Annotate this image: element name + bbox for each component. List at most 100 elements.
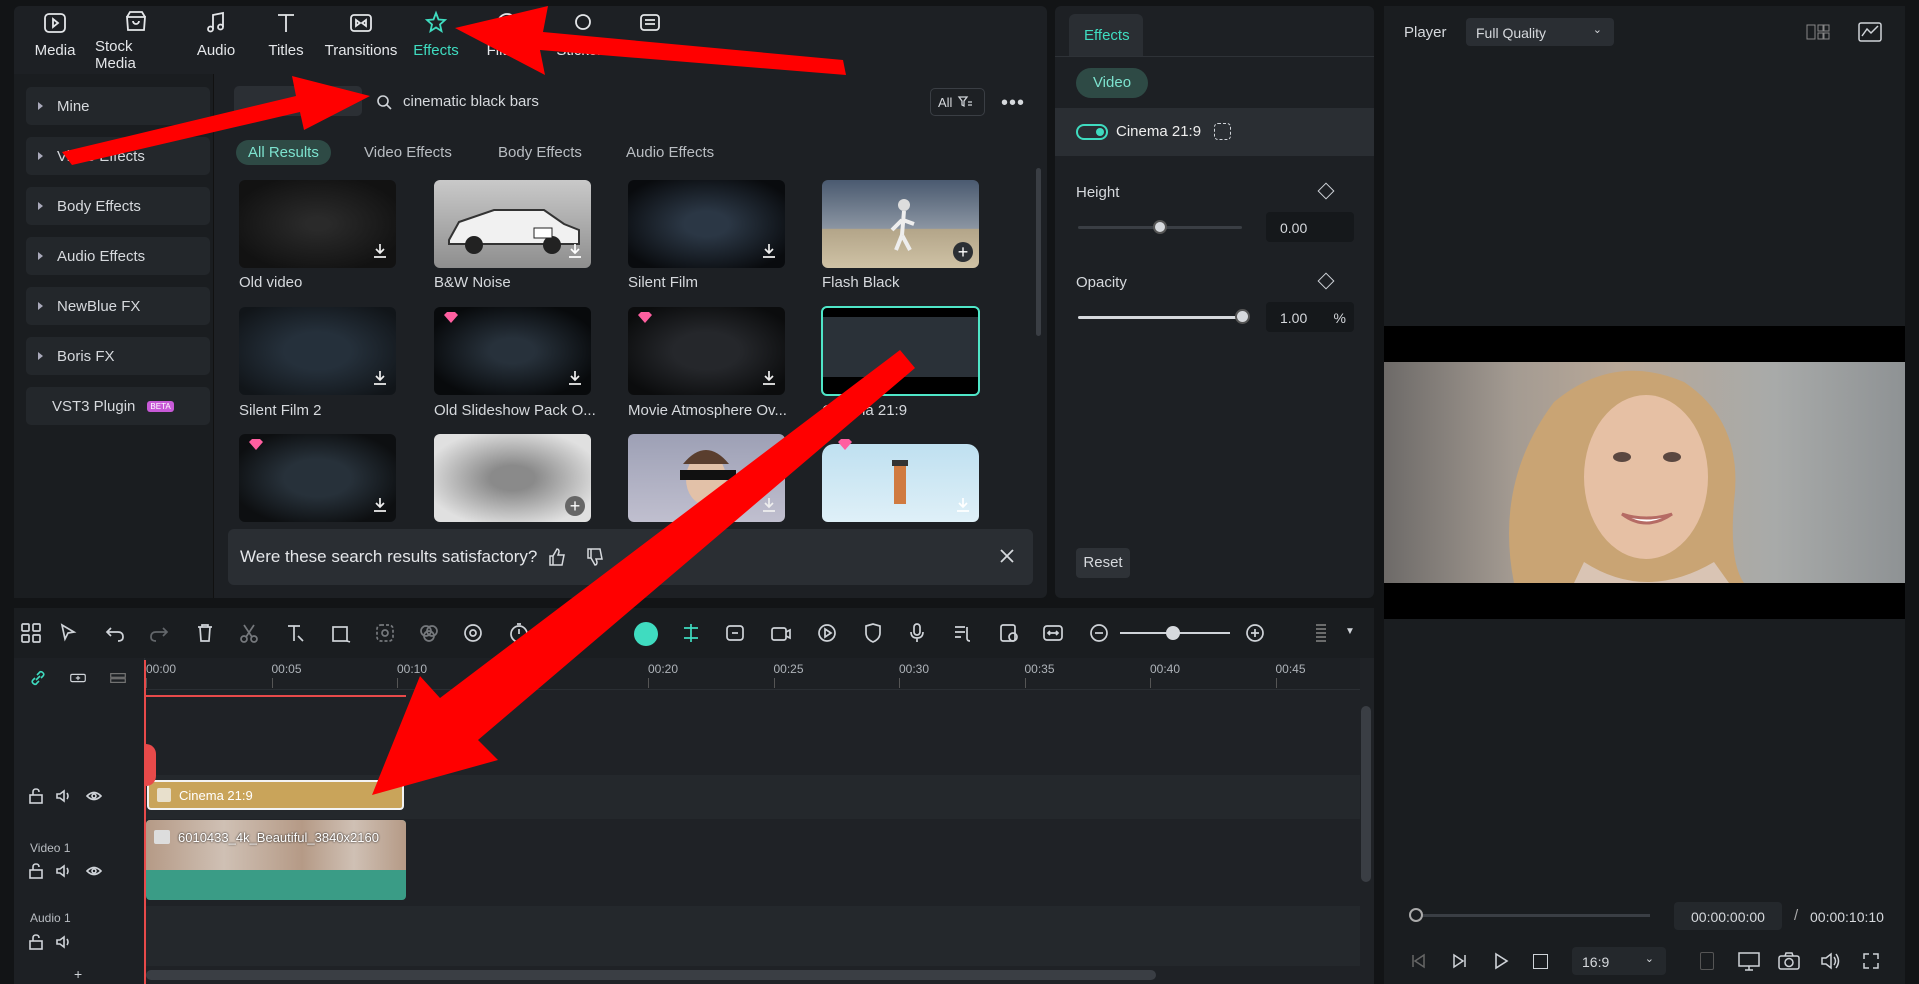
- timeline-playhead[interactable]: [144, 660, 146, 984]
- effect-thumbnail-row3-2[interactable]: +: [434, 434, 591, 522]
- snap-icon[interactable]: [680, 622, 702, 644]
- undo-icon[interactable]: [104, 622, 126, 644]
- effect-thumbnail-old-video[interactable]: [239, 180, 396, 268]
- sidebar-item-mine[interactable]: Mine: [26, 87, 210, 125]
- sidebar-item-body-effects[interactable]: Body Effects: [26, 187, 210, 225]
- timeline-horizontal-scrollbar[interactable]: [146, 970, 1156, 980]
- tool-audio[interactable]: Audio: [196, 8, 236, 66]
- library-scrollbar[interactable]: [1036, 168, 1041, 336]
- tool-filters[interactable]: Filters: [484, 8, 530, 66]
- add-track-icon[interactable]: [70, 670, 92, 686]
- ai-tool-icon[interactable]: [462, 622, 484, 644]
- fit-timeline-icon[interactable]: [1042, 622, 1064, 644]
- tab-video[interactable]: Video: [1076, 68, 1148, 98]
- track-settings-icon[interactable]: [110, 670, 132, 686]
- microphone-icon[interactable]: [906, 622, 928, 644]
- video-clip[interactable]: 6010433_4k_Beautiful_3840x2160: [146, 820, 406, 900]
- speaker-icon[interactable]: [56, 788, 72, 804]
- playhead-handle[interactable]: [144, 744, 156, 786]
- quality-dropdown[interactable]: Full Quality ⌄: [1466, 18, 1614, 46]
- effect-thumbnail-silent-film[interactable]: [628, 180, 785, 268]
- next-frame-icon[interactable]: [1450, 952, 1468, 970]
- tool-titles[interactable]: Titles: [268, 8, 304, 66]
- sidebar-item-video-effects[interactable]: Video Effects: [26, 137, 210, 175]
- marker-icon[interactable]: [1700, 952, 1714, 970]
- shield-icon[interactable]: [862, 622, 884, 644]
- lock-icon[interactable]: [28, 863, 44, 879]
- search-input[interactable]: cinematic black bars: [403, 93, 539, 110]
- snapshot-camera-icon[interactable]: [1778, 951, 1800, 971]
- redo-icon[interactable]: [148, 622, 170, 644]
- scope-icon[interactable]: [1858, 22, 1882, 42]
- playhead-knob[interactable]: [1409, 908, 1423, 922]
- voice-clip-icon[interactable]: [724, 622, 746, 644]
- effect-thumbnail-cinema-21-9[interactable]: [821, 306, 980, 396]
- opacity-slider-knob[interactable]: [1235, 309, 1250, 324]
- tab-all-results[interactable]: All Results: [236, 140, 331, 165]
- opacity-value-input[interactable]: 1.00%: [1266, 302, 1354, 332]
- video-preview[interactable]: [1384, 326, 1905, 619]
- tab-effects[interactable]: Effects: [1069, 14, 1143, 56]
- timeline-vertical-scrollbar[interactable]: [1361, 706, 1371, 882]
- previous-frame-icon[interactable]: [1410, 952, 1428, 970]
- lock-icon[interactable]: [28, 934, 44, 950]
- more-panel-icon[interactable]: [1310, 622, 1332, 644]
- tab-audio-effects[interactable]: Audio Effects: [626, 144, 714, 161]
- crop-icon[interactable]: [330, 622, 352, 644]
- effect-thumbnail-row3-3[interactable]: [628, 434, 785, 522]
- replay-icon[interactable]: [816, 622, 838, 644]
- audio-mix-icon[interactable]: [952, 622, 974, 644]
- tool-templates[interactable]: Templates: [616, 8, 684, 66]
- display-icon[interactable]: [1738, 951, 1760, 971]
- sidebar-item-newblue-fx[interactable]: NewBlue FX: [26, 287, 210, 325]
- reset-button[interactable]: Reset: [1076, 548, 1130, 578]
- add-track-plus-icon[interactable]: +: [74, 966, 82, 982]
- search-scope-dropdown[interactable]: [234, 86, 362, 116]
- speaker-icon[interactable]: [56, 934, 72, 950]
- tab-video-effects[interactable]: Video Effects: [364, 144, 452, 161]
- sidebar-item-vst3-plugin[interactable]: VST3 Plugin BETA: [26, 387, 210, 425]
- tool-stickers[interactable]: Stickers: [555, 8, 611, 66]
- text-tool-icon[interactable]: [284, 622, 306, 644]
- aspect-ratio-dropdown[interactable]: 16:9 ⌄: [1572, 947, 1666, 975]
- select-tool-icon[interactable]: [58, 622, 80, 644]
- playback-progress-track[interactable]: [1410, 914, 1650, 917]
- volume-icon[interactable]: [1820, 951, 1842, 971]
- link-icon[interactable]: [30, 670, 46, 686]
- effect-thumbnail-row3-4[interactable]: [822, 434, 979, 522]
- sidebar-item-boris-fx[interactable]: Boris FX: [26, 337, 210, 375]
- eye-icon[interactable]: [85, 863, 103, 879]
- thumbs-down-icon[interactable]: [585, 547, 605, 567]
- thumbs-up-icon[interactable]: [547, 547, 567, 567]
- height-slider-knob[interactable]: [1153, 220, 1167, 234]
- zoom-in-icon[interactable]: [1244, 622, 1266, 644]
- effect-thumbnail-old-slideshow-pack[interactable]: [434, 307, 591, 395]
- auto-ripple-icon[interactable]: [634, 622, 658, 646]
- effect-clip-cinema[interactable]: Cinema 21:9: [147, 780, 404, 810]
- opacity-slider-track[interactable]: [1078, 316, 1242, 319]
- speed-timer-icon[interactable]: [508, 622, 530, 644]
- record-camera-icon[interactable]: [770, 622, 792, 644]
- split-scissors-icon[interactable]: [238, 622, 260, 644]
- more-options-icon[interactable]: •••: [1001, 92, 1025, 115]
- tool-stock-media[interactable]: Stock Media: [95, 8, 177, 72]
- effect-toggle[interactable]: [1076, 124, 1108, 140]
- mask-icon[interactable]: [374, 622, 396, 644]
- effect-thumbnail-row3-1[interactable]: [239, 434, 396, 522]
- tool-media[interactable]: Media: [35, 8, 75, 66]
- chevron-down-icon[interactable]: ▼: [1345, 626, 1355, 637]
- stop-icon[interactable]: [1533, 954, 1548, 969]
- lock-icon[interactable]: [28, 788, 44, 804]
- tab-body-effects[interactable]: Body Effects: [498, 144, 582, 161]
- color-icon[interactable]: [418, 622, 440, 644]
- effect-mask-icon[interactable]: [1214, 123, 1231, 140]
- zoom-slider-knob[interactable]: [1166, 626, 1180, 640]
- delete-icon[interactable]: [194, 622, 216, 644]
- layout-grid-icon[interactable]: [20, 622, 42, 644]
- effect-thumbnail-movie-atmosphere[interactable]: [628, 307, 785, 395]
- play-icon[interactable]: [1492, 952, 1510, 970]
- effect-thumbnail-bw-noise[interactable]: [434, 180, 591, 268]
- effect-thumbnail-flash-black[interactable]: +: [822, 180, 979, 268]
- render-preview-icon[interactable]: [998, 622, 1020, 644]
- effect-thumbnail-silent-film-2[interactable]: [239, 307, 396, 395]
